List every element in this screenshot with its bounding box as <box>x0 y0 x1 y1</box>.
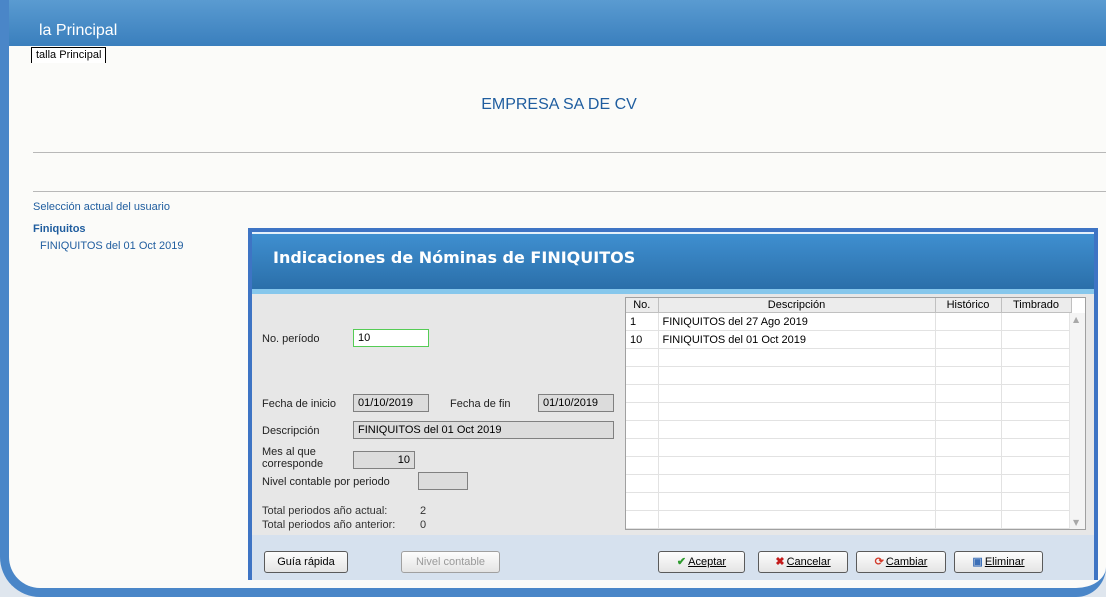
empty-row <box>626 510 1072 529</box>
window-icon: ▣ <box>972 556 983 568</box>
empty-row <box>626 456 1072 475</box>
cambiar-label: Cambiar <box>885 556 928 568</box>
total-anterior-value: 0 <box>420 519 427 531</box>
mes-field[interactable]: 10 <box>353 451 415 469</box>
nivel-contable-field[interactable] <box>418 472 468 490</box>
empty-row <box>626 348 1072 367</box>
user-selection-group[interactable]: Finiquitos <box>33 223 86 235</box>
table-row[interactable]: 1 FINIQUITOS del 27 Ago 2019 <box>626 312 1072 331</box>
mes-label-line2: corresponde <box>262 458 324 470</box>
eliminar-label: Eliminar <box>984 556 1025 568</box>
empty-row <box>626 420 1072 439</box>
guia-rapida-label: Guía rápida <box>277 556 335 568</box>
window-title: la Principal <box>39 22 118 39</box>
cell-descripcion[interactable]: FINIQUITOS del 01 Oct 2019 <box>658 330 936 349</box>
total-anterior-label: Total periodos año anterior: <box>262 519 396 531</box>
window-titlebar: la Principal <box>9 0 1106 46</box>
user-selection-label: Selección actual del usuario <box>33 201 170 213</box>
divider <box>33 191 1106 192</box>
fecha-fin-field[interactable]: 01/10/2019 <box>538 394 614 412</box>
refresh-icon: ⟳ <box>874 556 884 568</box>
close-icon: ✖ <box>775 556 785 568</box>
cell-no[interactable]: 1 <box>626 312 659 331</box>
guia-rapida-button[interactable]: Guía rápida <box>264 551 348 573</box>
periodo-input[interactable]: 10 <box>353 329 429 347</box>
cell-timbrado[interactable] <box>1001 312 1072 331</box>
dialog-header-strip <box>252 289 1094 294</box>
fecha-inicio-label: Fecha de inicio <box>262 398 336 410</box>
cell-historico[interactable] <box>935 330 1002 349</box>
periodos-grid[interactable]: No. Descripción Histórico Timbrado 1 FIN… <box>625 297 1086 530</box>
empty-row <box>626 492 1072 511</box>
fecha-fin-label: Fecha de fin <box>450 398 511 410</box>
grid-scrollbar[interactable]: ▲ ▼ <box>1069 313 1085 529</box>
cambiar-button[interactable]: ⟳ Cambiar <box>856 551 946 573</box>
scroll-up-icon[interactable]: ▲ <box>1073 315 1079 324</box>
dialog-button-bar: Guía rápida Nivel contable ✔ Aceptar ✖ Can… <box>252 535 1094 580</box>
eliminar-button[interactable]: ▣ Eliminar <box>954 551 1043 573</box>
descripcion-label: Descripción <box>262 425 320 437</box>
grid-header-timbrado[interactable]: Timbrado <box>1001 298 1072 313</box>
nivel-contable-button[interactable]: Nivel contable <box>401 551 500 573</box>
company-name: EMPRESA SA DE CV <box>481 96 637 113</box>
fecha-inicio-field[interactable]: 01/10/2019 <box>353 394 429 412</box>
descripcion-field[interactable]: FINIQUITOS del 01 Oct 2019 <box>353 421 614 439</box>
nivel-contable-label: Nivel contable por periodo <box>262 476 390 488</box>
cell-timbrado[interactable] <box>1001 330 1072 349</box>
total-actual-label: Total periodos año actual: <box>262 505 388 517</box>
divider <box>33 152 1106 153</box>
empty-row <box>626 474 1072 493</box>
aceptar-button[interactable]: ✔ Aceptar <box>658 551 745 573</box>
nominas-dialog: Indicaciones de Nóminas de FINIQUITOS No… <box>248 228 1098 580</box>
cell-historico[interactable] <box>935 312 1002 331</box>
empty-row <box>626 366 1072 385</box>
mes-label-line1: Mes al que <box>262 446 316 458</box>
grid-header-descripcion[interactable]: Descripción <box>658 298 936 313</box>
tab-pantalla-principal[interactable]: talla Principal <box>31 47 107 63</box>
table-row[interactable]: 10 FINIQUITOS del 01 Oct 2019 <box>626 330 1072 349</box>
nivel-contable-button-label: Nivel contable <box>415 556 486 568</box>
cell-descripcion[interactable]: FINIQUITOS del 27 Ago 2019 <box>658 312 936 331</box>
user-selection-item[interactable]: FINIQUITOS del 01 Oct 2019 <box>40 240 183 252</box>
total-actual-value: 2 <box>420 505 427 517</box>
empty-row <box>626 438 1072 457</box>
grid-header-no[interactable]: No. <box>626 298 659 313</box>
aceptar-label: Aceptar <box>688 556 727 568</box>
cancelar-label: Cancelar <box>786 556 831 568</box>
dialog-header: Indicaciones de Nóminas de FINIQUITOS <box>252 232 1094 291</box>
check-icon: ✔ <box>676 556 687 568</box>
grid-header-historico[interactable]: Histórico <box>935 298 1002 313</box>
dialog-title: Indicaciones de Nóminas de FINIQUITOS <box>273 248 636 267</box>
cell-no[interactable]: 10 <box>626 330 659 349</box>
periodo-label: No. período <box>262 333 320 345</box>
empty-row <box>626 402 1072 421</box>
cancelar-button[interactable]: ✖ Cancelar <box>758 551 848 573</box>
empty-row <box>626 384 1072 403</box>
scroll-down-icon[interactable]: ▼ <box>1073 518 1079 527</box>
